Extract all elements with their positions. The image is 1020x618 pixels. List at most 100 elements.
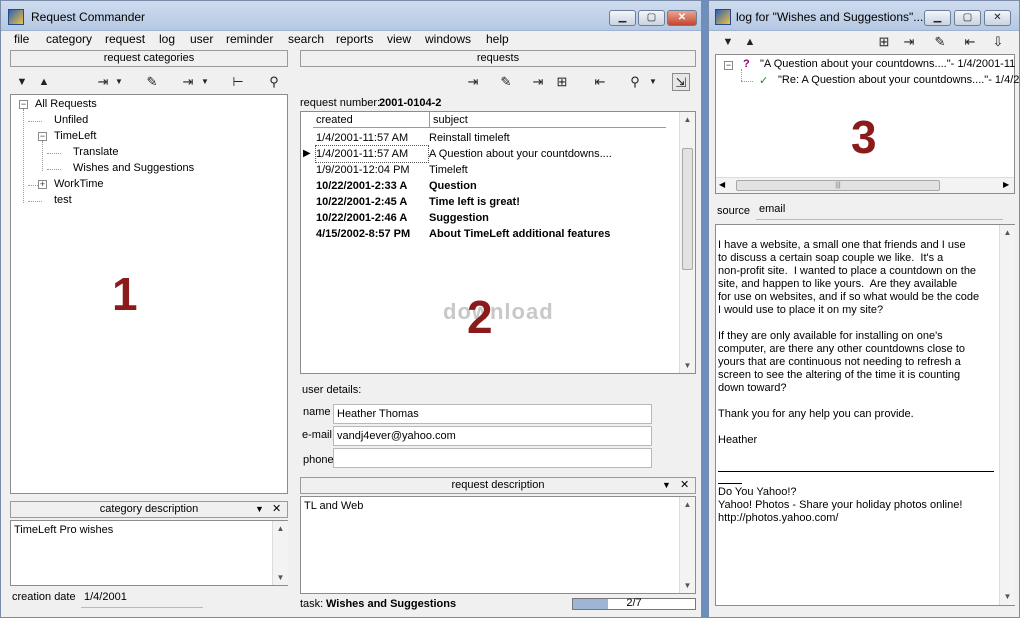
category-description-scrollbar[interactable]: ▲ ▼ (272, 521, 288, 585)
cell-subject[interactable]: Time left is great! (429, 194, 666, 210)
close-button[interactable]: ✕ (984, 10, 1011, 26)
collapse-up-icon[interactable]: ▲ (35, 73, 53, 91)
tree-item-worktime[interactable]: WorkTime (54, 178, 104, 190)
tree-icon[interactable]: ⊢ (229, 73, 247, 91)
tree-item-all-requests[interactable]: All Requests (35, 98, 97, 110)
log-item-question[interactable]: "A Question about your countdowns...."- … (760, 58, 1015, 70)
creation-date-field[interactable]: 1/4/2001 (81, 588, 203, 608)
edit-log-icon[interactable]: ✎ (931, 33, 949, 51)
tree-expander-timeleft[interactable]: − (38, 132, 47, 141)
cell-subject[interactable]: A Question about your countdowns.... (429, 146, 666, 162)
scroll-up-icon[interactable]: ▲ (273, 521, 288, 536)
column-created[interactable]: created (316, 112, 353, 128)
cell-created[interactable]: 1/4/2001-11:57 AM (315, 145, 429, 163)
cell-subject[interactable]: Question (429, 178, 666, 194)
forward-request-icon[interactable]: ⇥ (529, 73, 547, 91)
menu-windows[interactable]: windows (425, 32, 471, 46)
user-email-field[interactable]: vandj4ever@yahoo.com (333, 426, 652, 446)
new-category-icon[interactable]: ⇥ (94, 73, 112, 91)
category-description-text[interactable]: TimeLeft Pro wishes (14, 524, 113, 537)
column-subject[interactable]: subject (429, 112, 468, 128)
source-field[interactable]: email (756, 200, 1003, 220)
minimize-button[interactable]: ▁ (924, 10, 951, 26)
scroll-down-icon[interactable]: ▼ (680, 358, 695, 373)
menu-log[interactable]: log (159, 32, 175, 46)
close-icon[interactable]: ✕ (272, 502, 281, 517)
tree-item-translate[interactable]: Translate (73, 146, 118, 158)
add-request-icon[interactable]: ⊞ (553, 73, 571, 91)
search-icon[interactable]: ⚲ (626, 73, 644, 91)
edit-request-icon[interactable]: ✎ (497, 73, 515, 91)
scroll-down-icon[interactable]: ▼ (273, 570, 288, 585)
user-name-field[interactable]: Heather Thomas (333, 404, 652, 424)
add-log-icon[interactable]: ⊞ (875, 33, 893, 51)
edit-category-icon[interactable]: ✎ (143, 73, 161, 91)
cell-created[interactable]: 1/9/2001-12:04 PM (316, 162, 428, 178)
scroll-down-icon[interactable]: ▼ (680, 578, 695, 593)
log-hscrollbar[interactable]: ◀ ||| ▶ (716, 177, 1014, 193)
move-category-icon[interactable]: ⇥ (179, 73, 197, 91)
tree-expander-log[interactable]: − (724, 61, 733, 70)
cell-created[interactable]: 10/22/2001-2:46 A (316, 210, 428, 226)
scroll-down-icon[interactable]: ▼ (1000, 589, 1015, 604)
scroll-up-icon[interactable]: ▲ (1000, 225, 1015, 240)
menu-help[interactable]: help (486, 32, 509, 46)
chevron-down-icon[interactable]: ▼ (201, 73, 209, 91)
requests-scrollbar[interactable]: ▲ ▼ (679, 112, 695, 373)
menu-category[interactable]: category (46, 32, 92, 46)
close-button[interactable]: ✕ (667, 10, 697, 26)
scroll-right-icon[interactable]: ▶ (1003, 180, 1009, 189)
cell-created[interactable]: 4/15/2002-8:57 PM (316, 226, 428, 242)
cell-subject[interactable]: Timeleft (429, 162, 666, 178)
menu-request[interactable]: request (105, 32, 145, 46)
expand-down-icon[interactable]: ▼ (13, 73, 31, 91)
request-description-scrollbar[interactable]: ▲ ▼ (679, 497, 695, 593)
table-row[interactable]: 1/9/2001-12:04 PM Timeleft (301, 162, 679, 178)
scroll-thumb[interactable]: ||| (736, 180, 940, 191)
menu-reminder[interactable]: reminder (226, 32, 273, 46)
chevron-down-icon[interactable]: ▼ (649, 73, 657, 91)
move-log-icon[interactable]: ⇤ (961, 33, 979, 51)
expand-down-icon[interactable]: ▼ (719, 33, 737, 51)
chevron-down-icon[interactable]: ▼ (255, 502, 264, 517)
scroll-left-icon[interactable]: ◀ (719, 180, 725, 189)
save-log-icon[interactable]: ⇩ (989, 33, 1007, 51)
tree-item-wishes[interactable]: Wishes and Suggestions (73, 162, 194, 174)
scroll-up-icon[interactable]: ▲ (680, 497, 695, 512)
request-description-text[interactable]: TL and Web (304, 500, 363, 513)
main-titlebar[interactable]: Request Commander ▁ ▢ ✕ (1, 1, 701, 31)
log-item-reply[interactable]: "Re: A Question about your countdowns...… (778, 74, 1020, 86)
tree-item-timeleft[interactable]: TimeLeft (54, 130, 96, 142)
table-row[interactable]: 10/22/2001-2:46 A Suggestion (301, 210, 679, 226)
tree-expander-all[interactable]: − (19, 100, 28, 109)
pin-window-icon[interactable]: ⇲ (672, 73, 690, 91)
cell-created[interactable]: 1/4/2001-11:57 AM (316, 130, 428, 146)
scroll-thumb[interactable] (682, 148, 693, 270)
scroll-up-icon[interactable]: ▲ (680, 112, 695, 127)
maximize-button[interactable]: ▢ (638, 10, 665, 26)
table-row[interactable]: 1/4/2001-11:57 AM Reinstall timeleft (301, 130, 679, 146)
maximize-button[interactable]: ▢ (954, 10, 981, 26)
minimize-button[interactable]: ▁ (609, 10, 636, 26)
tree-expander-worktime[interactable]: + (38, 180, 47, 189)
forward-log-icon[interactable]: ⇥ (900, 33, 918, 51)
menu-file[interactable]: file (14, 32, 29, 46)
chevron-down-icon[interactable]: ▼ (115, 73, 123, 91)
collapse-up-icon[interactable]: ▲ (741, 33, 759, 51)
cell-subject[interactable]: Reinstall timeleft (429, 130, 666, 146)
new-request-icon[interactable]: ⇥ (464, 73, 482, 91)
log-message-scrollbar[interactable]: ▲ ▼ (999, 225, 1015, 605)
table-row[interactable]: 4/15/2002-8:57 PM About TimeLeft addition… (301, 226, 679, 242)
chevron-down-icon[interactable]: ▼ (662, 478, 671, 493)
table-row[interactable]: 10/22/2001-2:45 A Time left is great! (301, 194, 679, 210)
cell-created[interactable]: 10/22/2001-2:45 A (316, 194, 428, 210)
cell-subject[interactable]: About TimeLeft additional features (429, 226, 666, 242)
menu-view[interactable]: view (387, 32, 411, 46)
menu-user[interactable]: user (190, 32, 213, 46)
menu-reports[interactable]: reports (336, 32, 373, 46)
close-icon[interactable]: ✕ (680, 478, 689, 493)
table-row[interactable]: 10/22/2001-2:33 A Question (301, 178, 679, 194)
table-row[interactable]: ▶ 1/4/2001-11:57 AM A Question about your … (301, 145, 679, 163)
menu-search[interactable]: search (288, 32, 324, 46)
user-phone-field[interactable] (333, 448, 652, 468)
